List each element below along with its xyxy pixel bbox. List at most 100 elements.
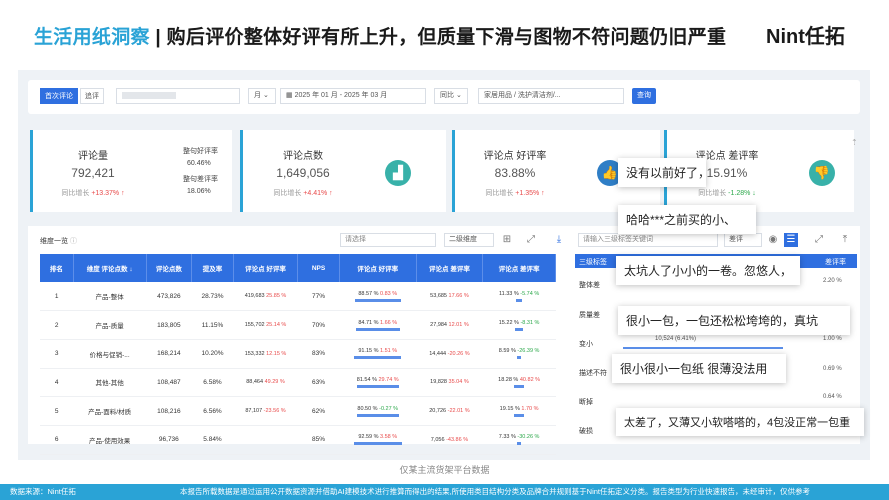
col-nps[interactable]: NPS: [297, 254, 340, 282]
cell-count: 108,487: [146, 368, 192, 398]
col-rank[interactable]: 排名: [40, 254, 74, 282]
col-dimension[interactable]: 维度 评论点数 ↓: [73, 254, 147, 282]
dimension-filter-select[interactable]: 请选择: [340, 233, 436, 247]
period-select[interactable]: 月 ⌄: [248, 88, 276, 104]
grid-view-icon[interactable]: ⊞: [500, 233, 514, 247]
comment-bubble: 哈哈***之前买的小、: [618, 205, 756, 234]
good-bar: [354, 298, 401, 302]
table-body: 1 产品-整体 473,826 28.73% 419,683 25.85 % 77% 88.…: [40, 282, 556, 455]
good-rate: 25.14 %: [266, 322, 287, 329]
cell-nps: 70%: [297, 310, 340, 340]
download-icon[interactable]: ⤓: [552, 233, 566, 247]
sort-down-icon[interactable]: ↓: [129, 266, 132, 273]
col-good-rate-bar[interactable]: 评论点 好评率: [339, 254, 417, 282]
cell-nps: 85%: [297, 425, 340, 455]
bad-sentence-label: 整句差评率: [183, 176, 218, 183]
good-bar: [356, 384, 399, 388]
arrow-down-icon: ↓: [750, 190, 756, 197]
query-button[interactable]: 查询: [632, 88, 656, 104]
keyword-search-input[interactable]: 请输入三级标签关键词: [578, 233, 718, 247]
compare-label: 同比增长: [698, 190, 727, 197]
eye-icon[interactable]: ◉: [766, 233, 780, 247]
table-row[interactable]: 6 产品-使用效果 96,736 5.84% 85% 92.59 % 3.58 % 7,0…: [40, 425, 556, 455]
good-bar-value: 92.59 %: [358, 434, 379, 441]
cell-rank: 6: [40, 425, 74, 455]
list-view-icon[interactable]: ☰: [784, 233, 798, 247]
good-delta: -0.27 %: [379, 405, 399, 412]
col-bad-rate-bar[interactable]: 评论点 差评率: [482, 254, 556, 282]
compare-select[interactable]: 同比 ⌄: [434, 88, 468, 104]
comment-bubble: 太坑人了小小的一卷。忽悠人，: [616, 256, 800, 285]
tab-first-review[interactable]: 首次评论: [40, 88, 78, 104]
sort-select[interactable]: 差评: [724, 233, 762, 247]
bad-count: 7,056: [430, 436, 445, 443]
period-value: 月: [254, 92, 261, 99]
comment-bubble: 很小一包，一包还松松垮垮的，真坑: [618, 306, 850, 335]
comment-bubble: 很小很小一包纸 很薄没法用: [612, 354, 786, 383]
dimension-section-label: 维度一览 ⓘ: [40, 236, 77, 246]
source-note: 仅某主流货架平台数据: [399, 465, 490, 475]
cell-good: 88,464 49.29 %: [233, 368, 298, 398]
cell-bad-bar: 19.15 % 1.70 %: [482, 396, 556, 426]
metric-card-reviews: 评论量 792,421 同比增长 +13.37% ↑ 整句好评率 60.46% …: [30, 130, 232, 212]
card-value: 83.88%: [494, 166, 536, 180]
good-rate: 12.15 %: [266, 350, 287, 357]
cell-good-bar: 80.50 % -0.27 %: [339, 396, 417, 426]
cell-nps: 83%: [297, 339, 340, 369]
bad-bar-value: 7.33 %: [498, 434, 516, 441]
cell-good: 87,107 -23.56 %: [233, 396, 298, 426]
bad-rate: -22.01 %: [447, 408, 470, 415]
cell-dimension: 产品-面料/材质: [73, 396, 146, 426]
cell-count: 183,805: [146, 310, 192, 340]
table-row[interactable]: 5 产品-面料/材质 108,216 6.56% 87,107 -23.56 % 62% 8…: [40, 396, 556, 426]
shop-select[interactable]: [116, 88, 240, 104]
cell-mention: 6.56%: [191, 396, 234, 426]
tag-label: 变小: [579, 341, 593, 348]
table-row[interactable]: 1 产品-整体 473,826 28.73% 419,683 25.85 % 77% 88.…: [40, 282, 556, 312]
card-compare: 同比增长 -1.28% ↓: [667, 188, 787, 198]
table-row[interactable]: 4 其他-其他 108,487 6.58% 88,464 49.29 % 63% 81.54…: [40, 368, 556, 398]
good-count: 153,332: [244, 350, 265, 357]
bad-count: 20,726: [429, 408, 447, 415]
arrow-up-icon: ↑: [539, 190, 545, 197]
title-separator: |: [155, 27, 162, 48]
scroll-up-icon[interactable]: ⇡: [851, 138, 858, 147]
bad-bar-value: 8.59 %: [498, 348, 516, 355]
tag-label: 质量差: [579, 312, 600, 319]
good-bar: [355, 327, 400, 331]
col-mention-rate[interactable]: 提及率: [191, 254, 234, 282]
tab-follow-review[interactable]: 追评: [80, 88, 104, 104]
cell-good: 155,702 25.14 %: [233, 310, 298, 340]
good-bar-value: 80.50 %: [357, 405, 378, 412]
tag-label: 破损: [579, 428, 593, 435]
bad-bar: [517, 442, 522, 446]
title-rest: 购后评价整体好评有所上升，但质量下滑与图物不符问题仍旧严重: [166, 27, 727, 48]
cell-rank: 3: [40, 339, 74, 369]
col-good-rate[interactable]: 评论点 好评率: [233, 254, 299, 282]
fullscreen-icon[interactable]: ⤢: [524, 233, 538, 247]
table-row[interactable]: 2 产品-质量 183,805 11.15% 155,702 25.14 % 70% 84.…: [40, 310, 556, 340]
cell-rank: 1: [40, 282, 74, 312]
date-range-picker[interactable]: ▦ 2025 年 01 月 - 2025 年 03 月: [280, 88, 426, 104]
table-row[interactable]: 3 价格与促销-... 168,214 10.20% 153,332 12.15 % 83…: [40, 339, 556, 369]
compare-value: +1.35%: [515, 190, 540, 197]
card-title: 评论点 好评率: [483, 151, 547, 162]
category-select[interactable]: 家居用品 / 洗护清洁剂/...: [478, 88, 624, 104]
tag-value: 2.20 %: [823, 278, 842, 284]
cell-count: 96,736: [146, 425, 192, 455]
col-point-count[interactable]: 评论点数: [146, 254, 193, 282]
cell-count: 108,216: [146, 396, 192, 426]
dimension-level-select[interactable]: 二级维度: [444, 233, 494, 247]
export-icon[interactable]: ⤒: [838, 233, 852, 247]
col-bad-rate[interactable]: 评论点 差评率: [416, 254, 484, 282]
cell-count: 473,826: [146, 282, 192, 312]
cell-nps: 63%: [297, 368, 340, 398]
bad-count: 14,444: [429, 350, 447, 357]
compare-label: 同比增长: [273, 190, 302, 197]
bad-bar-value: 15.22 %: [498, 319, 519, 326]
bad-count: 27,984: [430, 322, 447, 329]
tag-value: 0.64 %: [823, 394, 842, 400]
tag-value: 0.69 %: [823, 366, 842, 372]
expand-icon[interactable]: ⤢: [812, 233, 826, 247]
card-value: 792,421: [71, 166, 115, 180]
